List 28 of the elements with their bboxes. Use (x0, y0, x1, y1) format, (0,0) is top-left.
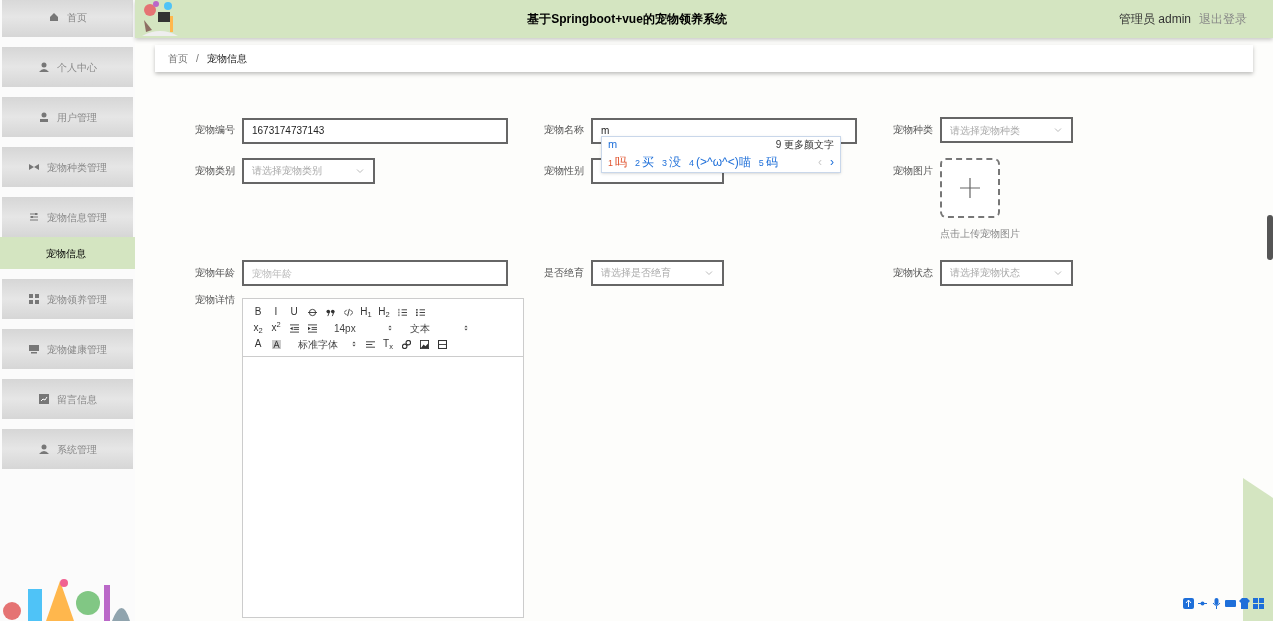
field-label: 宠物编号 (194, 123, 235, 137)
sidebar-label: 个人中心 (56, 60, 97, 75)
user-label: 管理员 admin (1118, 11, 1191, 28)
field-label: 宠物性别 (543, 163, 584, 178)
field-label: 宠物年龄 (194, 265, 235, 280)
field-label: 宠物名称 (543, 123, 584, 137)
upload-hint: 点击上传宠物图片 (940, 226, 1020, 241)
breadcrumb-item: 宠物信息 (206, 52, 247, 66)
sidebar-label: 宠物信息管理 (46, 210, 107, 225)
sidebar-label: 首页 (66, 10, 87, 25)
sidebar-label: 留言信息 (56, 392, 97, 407)
field-label: 是否绝育 (543, 265, 584, 280)
breadcrumb-separator: / (196, 52, 199, 66)
app-title: 基于Springboot+vue的宠物领养系统 (526, 11, 728, 28)
select-placeholder: 请选择宠物种类 (950, 123, 1020, 138)
sidebar-label: 宠物健康管理 (46, 342, 107, 357)
field-label: 宠物状态 (892, 265, 933, 280)
sidebar-label: 系统管理 (56, 442, 97, 457)
select-placeholder: 请选择宠物类别 (252, 164, 322, 178)
field-label: 宠物种类 (892, 123, 933, 137)
field-label: 宠物详情 (194, 293, 235, 307)
select-placeholder: 请选择是否绝育 (601, 266, 671, 280)
sidebar-label: 宠物领养管理 (46, 292, 107, 307)
sidebar-label: 用户管理 (56, 110, 97, 125)
select-placeholder: 请选择宠物状态 (950, 266, 1020, 280)
field-label: 宠物类别 (194, 163, 235, 178)
sidebar-label: 宠物种类管理 (46, 160, 107, 175)
field-label: 宠物图片 (892, 163, 933, 178)
